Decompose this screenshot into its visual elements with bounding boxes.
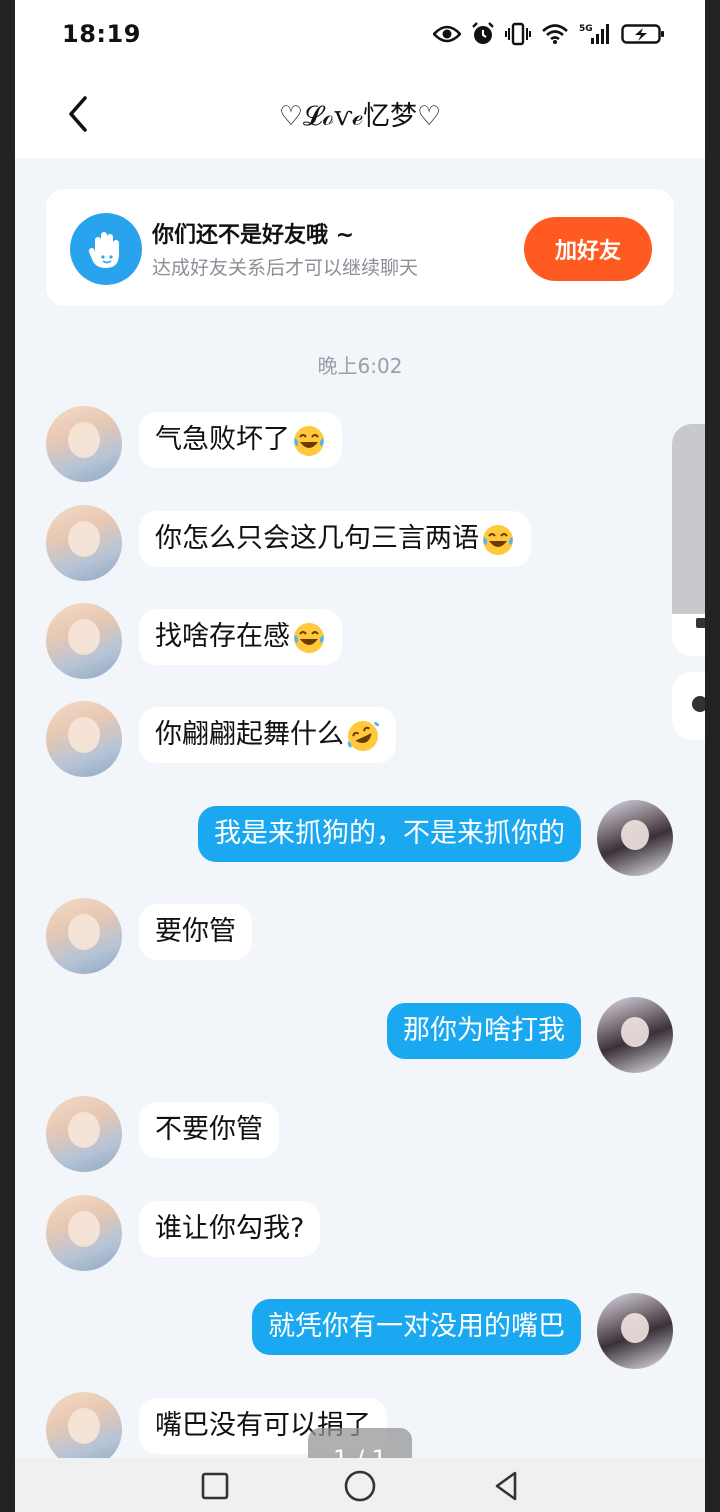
message-text: 你翩翩起舞什么 <box>155 719 344 750</box>
side-panel-thumb <box>672 424 705 614</box>
my-avatar[interactable] <box>597 997 673 1073</box>
message-bubble-outgoing[interactable]: 那你为啥打我 <box>387 1003 581 1059</box>
system-nav-bar <box>15 1458 705 1512</box>
my-avatar[interactable] <box>597 1293 673 1369</box>
rofl-emoji-icon <box>347 720 379 751</box>
status-icons: 5G <box>433 22 665 46</box>
message-bubble-incoming[interactable]: 要你管 <box>139 904 252 960</box>
message-timestamp: 晚上6:02 <box>317 354 403 378</box>
recents-square-icon[interactable] <box>195 1466 235 1506</box>
chat-header: ♡𝓛ℴѵℯ忆梦♡ <box>15 72 705 158</box>
contact-avatar[interactable] <box>46 1195 122 1271</box>
laugh-tears-emoji-icon <box>483 524 513 555</box>
message-row: 要你管 <box>15 898 705 978</box>
battery-charging-icon <box>621 24 664 44</box>
chat-screen: 18:19 5G ♡𝓛ℴѵℯ忆梦♡ 你们还不是好友哦 ~ 达成好友关系后才可以继… <box>15 0 705 1512</box>
banner-subtitle: 达成好友关系后才可以继续聊天 <box>152 257 419 279</box>
message-row: 你怎么只会这几句三言两语 <box>15 505 705 585</box>
contact-avatar[interactable] <box>46 898 122 974</box>
message-bubble-incoming[interactable]: 不要你管 <box>139 1102 279 1158</box>
floating-settings-tab[interactable] <box>672 672 705 740</box>
screen-edge-left <box>0 0 15 1512</box>
message-bubble-incoming[interactable]: 找啥存在感 <box>139 609 342 665</box>
message-bubble-outgoing[interactable]: 我是来抓狗的，不是来抓你的 <box>198 806 581 862</box>
chat-title: ♡𝓛ℴѵℯ忆梦♡ <box>278 101 442 132</box>
screen-edge-right <box>705 0 720 1512</box>
message-bubble-incoming[interactable]: 你怎么只会这几句三言两语 <box>139 511 531 567</box>
banner-title: 你们还不是好友哦 ~ <box>152 223 355 248</box>
back-triangle-icon[interactable] <box>487 1466 527 1506</box>
wifi-icon <box>542 24 568 44</box>
eye-icon <box>433 25 461 43</box>
signal-5g-icon: 5G <box>579 24 609 44</box>
add-friend-button[interactable]: 加好友 <box>524 217 652 281</box>
status-bar: 18:19 5G <box>15 0 705 72</box>
message-bubble-incoming[interactable]: 谁让你勾我? <box>139 1201 321 1257</box>
hand-wave-icon <box>70 213 142 285</box>
contact-avatar[interactable] <box>46 1096 122 1172</box>
message-text: 你怎么只会这几句三言两语 <box>155 523 479 554</box>
alarm-icon <box>472 22 494 44</box>
message-text: 气急败坏了 <box>155 424 290 455</box>
laugh-tears-emoji-icon <box>294 425 324 456</box>
message-row: 找啥存在感 <box>15 603 705 683</box>
message-row: 你翩翩起舞什么 <box>15 701 705 781</box>
contact-avatar[interactable] <box>46 406 122 482</box>
side-panel-dot-icon <box>696 618 705 628</box>
message-row: 谁让你勾我? <box>15 1195 705 1275</box>
floating-side-panel[interactable] <box>672 424 705 656</box>
contact-avatar[interactable] <box>46 603 122 679</box>
message-bubble-incoming[interactable]: 你翩翩起舞什么 <box>139 707 396 763</box>
message-row: 那你为啥打我 <box>15 997 705 1077</box>
message-row: 就凭你有一对没用的嘴巴 <box>15 1293 705 1373</box>
network-label: 5G <box>579 24 593 34</box>
contact-avatar[interactable] <box>46 701 122 777</box>
message-bubble-incoming[interactable]: 气急败坏了 <box>139 412 342 468</box>
friend-banner: 你们还不是好友哦 ~ 达成好友关系后才可以继续聊天 加好友 <box>46 189 674 306</box>
vibrate-icon <box>505 22 531 46</box>
laugh-tears-emoji-icon <box>294 622 324 653</box>
message-text: 找啥存在感 <box>155 621 290 652</box>
home-circle-icon[interactable] <box>340 1466 380 1506</box>
contact-avatar[interactable] <box>46 1392 122 1468</box>
message-row: 不要你管 <box>15 1096 705 1176</box>
my-avatar[interactable] <box>597 800 673 876</box>
status-time: 18:19 <box>62 20 141 48</box>
message-row: 气急败坏了 <box>15 406 705 486</box>
contact-avatar[interactable] <box>46 505 122 581</box>
message-row: 我是来抓狗的，不是来抓你的 <box>15 800 705 880</box>
message-bubble-outgoing[interactable]: 就凭你有一对没用的嘴巴 <box>252 1299 581 1355</box>
gear-icon <box>692 696 705 712</box>
